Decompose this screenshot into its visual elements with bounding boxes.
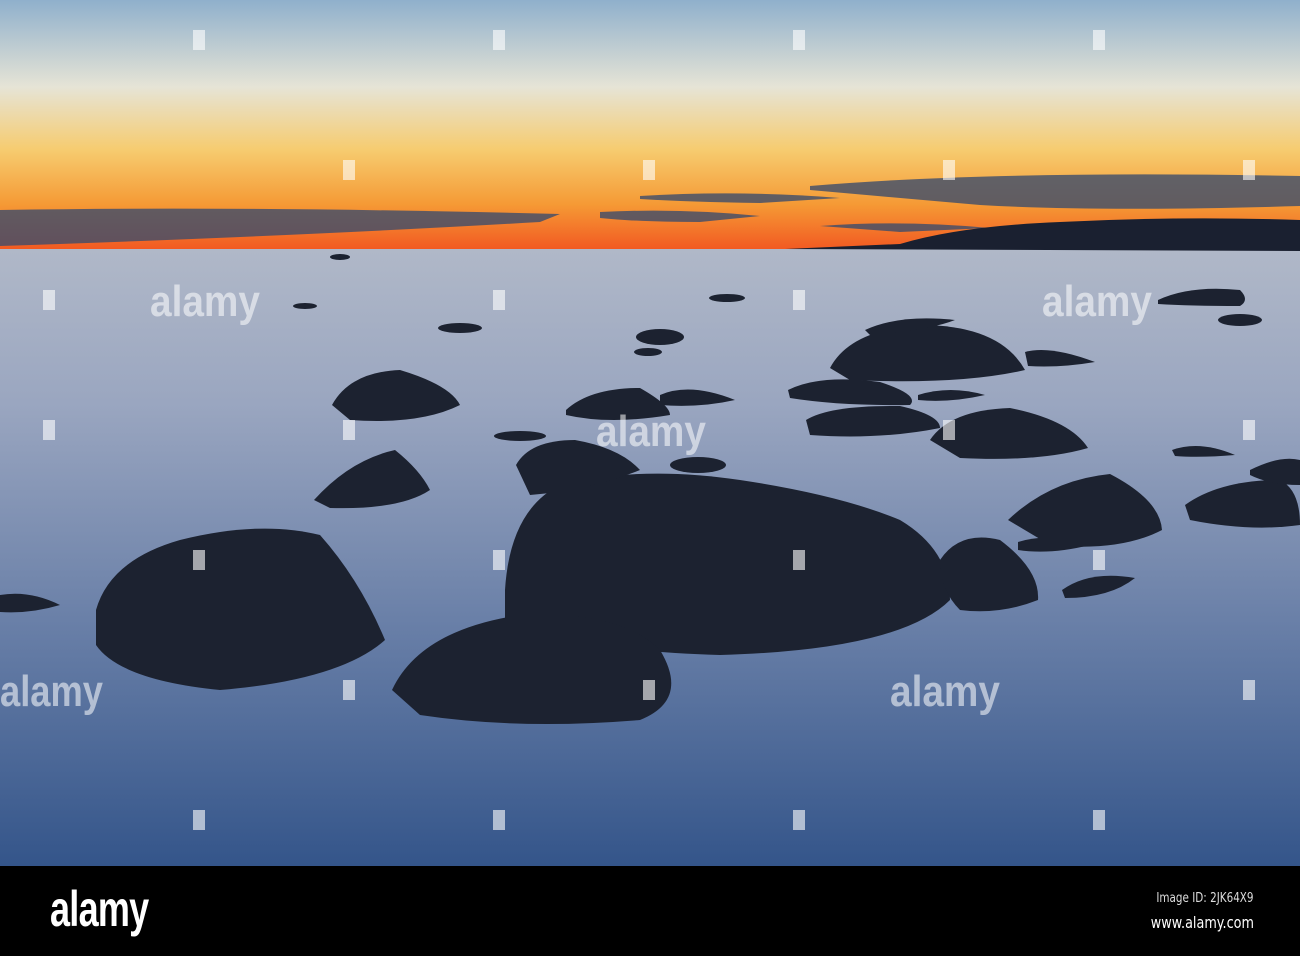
watermark-text: alamy — [0, 667, 103, 716]
footer-bar: alamy Image ID: 2JK64X9 www.alamy.com — [0, 866, 1300, 956]
image-id: Image ID: 2JK64X9 — [1156, 891, 1254, 906]
photo: alamy alamy alamy alamy alamy — [0, 0, 1300, 866]
alamy-logo[interactable]: alamy — [50, 880, 149, 938]
watermark-text: alamy — [1042, 277, 1152, 326]
watermark-text: alamy — [890, 667, 1000, 716]
watermark-text: alamy — [596, 407, 706, 456]
watermark-text: alamy — [150, 277, 260, 326]
website-link[interactable]: www.alamy.com — [1151, 913, 1254, 932]
